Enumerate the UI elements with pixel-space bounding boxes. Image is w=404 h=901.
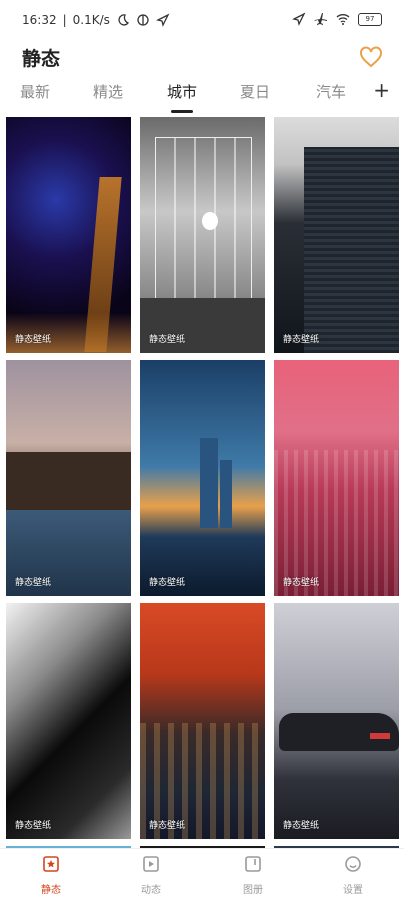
tab-indicator xyxy=(171,110,193,113)
status-time: 16:32 xyxy=(22,13,57,27)
wallpaper-tile[interactable]: 静态壁纸 xyxy=(274,360,399,596)
tile-label: 静态壁纸 xyxy=(149,335,186,345)
wallpaper-tile[interactable]: 静态壁纸 xyxy=(6,603,131,839)
status-bar: 16:32 | 0.1K/s 97 xyxy=(0,0,404,40)
tab-city[interactable]: 城市 xyxy=(167,81,197,102)
status-separator: | xyxy=(62,13,67,27)
wallpaper-tile[interactable]: 静态壁纸 xyxy=(274,117,399,353)
airplane-icon xyxy=(314,13,327,25)
static-wallpaper-icon xyxy=(43,856,59,872)
tile-label: 静态壁纸 xyxy=(149,578,186,588)
tile-label: 静态壁纸 xyxy=(149,821,186,831)
app-status-icon xyxy=(137,14,149,26)
tab-summer[interactable]: 夏日 xyxy=(240,81,270,102)
tile-label: 静态壁纸 xyxy=(15,335,52,345)
page-title: 静态 xyxy=(22,48,61,70)
tile-label: 静态壁纸 xyxy=(15,821,52,831)
nav-settings[interactable]: 设置 xyxy=(323,855,383,896)
wallpaper-tile[interactable]: 静态壁纸 xyxy=(140,117,265,353)
add-tab-button[interactable]: + xyxy=(373,78,390,102)
tile-label: 静态壁纸 xyxy=(283,578,320,588)
moon-icon xyxy=(118,14,129,26)
tab-latest[interactable]: 最新 xyxy=(20,81,50,102)
dynamic-wallpaper-icon xyxy=(143,856,159,872)
wallpaper-tile[interactable]: 静态壁纸 xyxy=(140,360,265,596)
tab-cars[interactable]: 汽车 xyxy=(316,81,346,102)
nav-label: 静态 xyxy=(41,885,61,896)
tab-featured[interactable]: 精选 xyxy=(93,81,123,102)
nav-label: 动态 xyxy=(141,885,161,896)
settings-face-icon xyxy=(345,856,361,872)
bottom-nav: 静态 动态 图册 设置 xyxy=(0,848,404,901)
nav-static[interactable]: 静态 xyxy=(21,855,81,896)
nav-label: 设置 xyxy=(343,885,363,896)
wallpaper-tile[interactable]: 静态壁纸 xyxy=(140,603,265,839)
nav-album[interactable]: 图册 xyxy=(223,855,283,896)
wallpaper-tile[interactable]: 静态壁纸 xyxy=(274,603,399,839)
battery-icon: 97 xyxy=(358,12,382,26)
location-arrow-icon xyxy=(156,13,170,27)
network-speed: 0.1K/s xyxy=(72,13,110,27)
album-icon xyxy=(245,856,261,872)
tile-label: 静态壁纸 xyxy=(283,821,320,831)
category-tabs: 最新 精选 城市 夏日 汽车 + xyxy=(0,78,404,113)
gps-icon xyxy=(292,12,306,26)
heart-icon[interactable] xyxy=(358,44,384,70)
wallpaper-tile[interactable]: 静态壁纸 xyxy=(6,117,131,353)
nav-dynamic[interactable]: 动态 xyxy=(121,855,181,896)
nav-label: 图册 xyxy=(243,885,263,896)
wallpaper-tile[interactable]: 静态壁纸 xyxy=(6,360,131,596)
tile-label: 静态壁纸 xyxy=(15,578,52,588)
tile-label: 静态壁纸 xyxy=(283,335,320,345)
wifi-icon xyxy=(336,14,350,25)
